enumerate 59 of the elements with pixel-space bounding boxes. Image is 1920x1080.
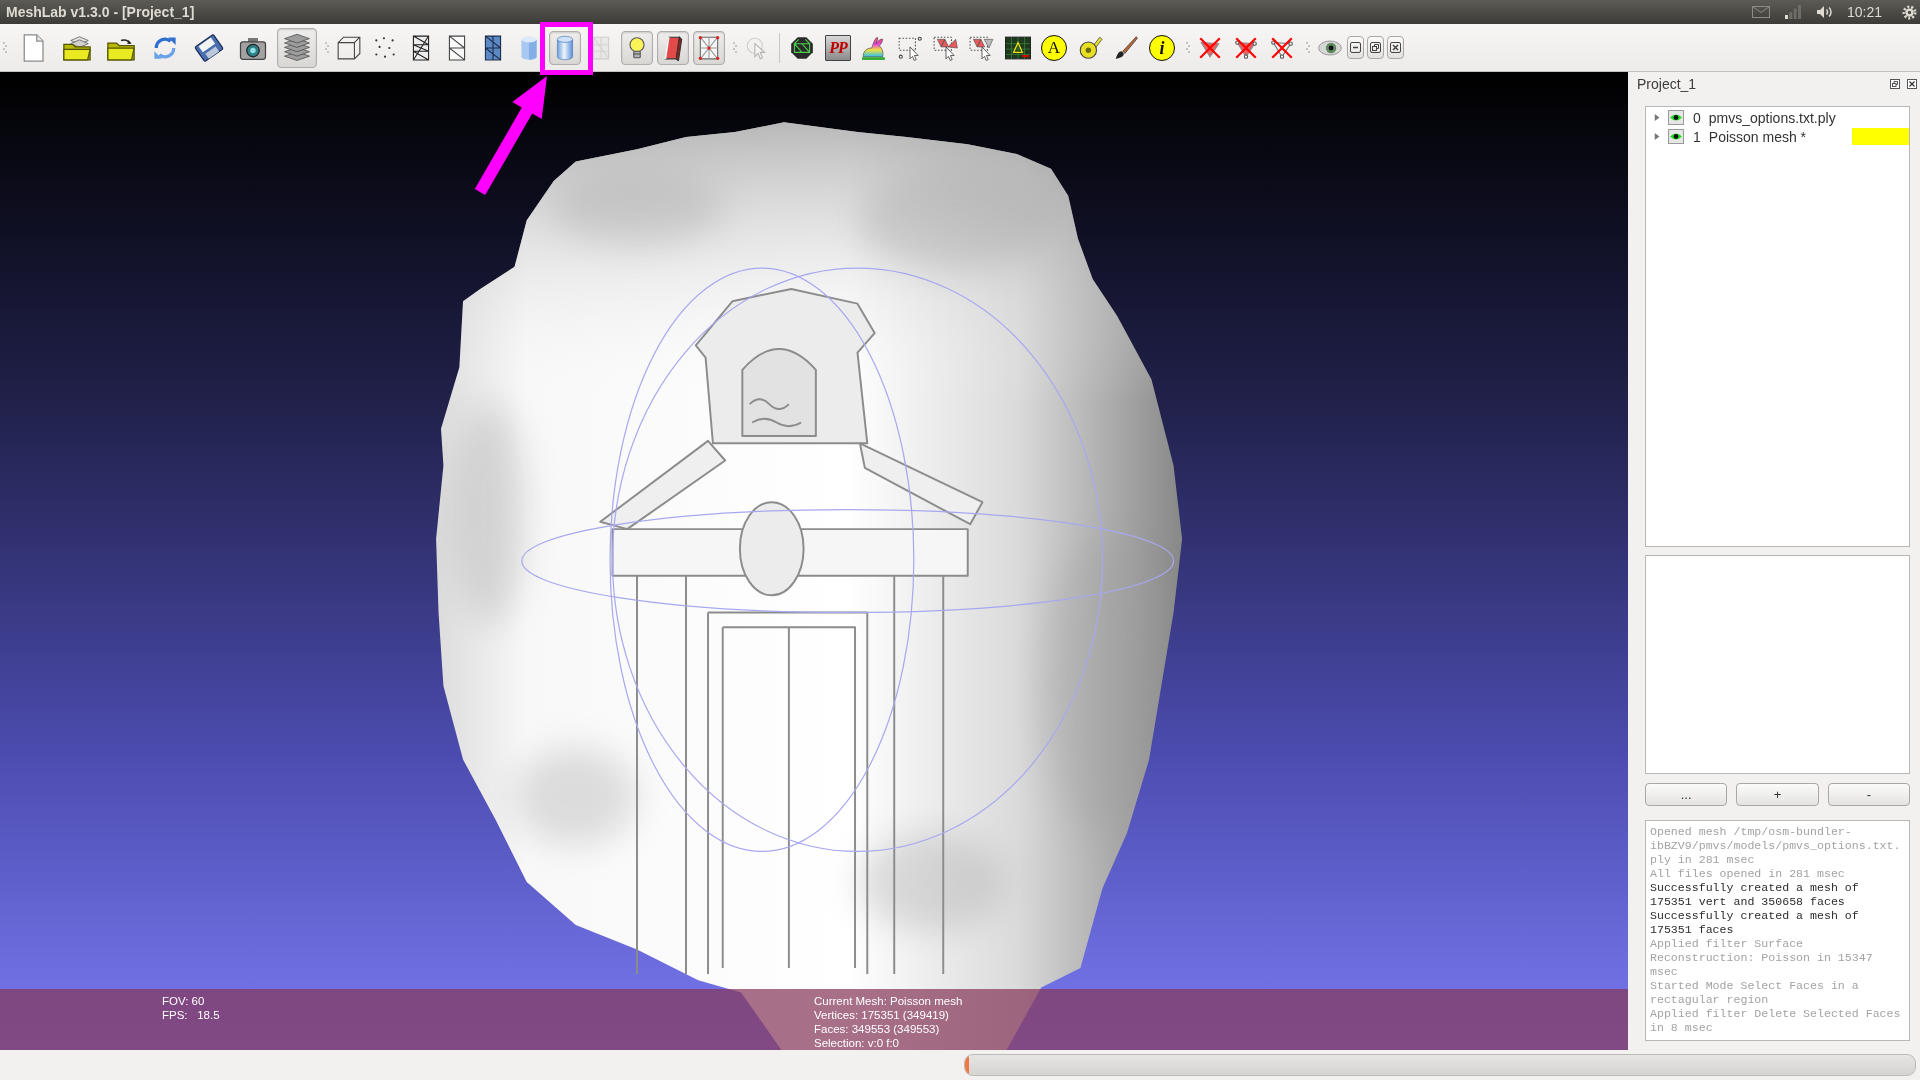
clock[interactable]: 10:21 bbox=[1846, 4, 1882, 20]
close-icon bbox=[1390, 42, 1401, 53]
eye-icon[interactable] bbox=[1668, 129, 1684, 144]
settings-icon[interactable] bbox=[1902, 4, 1917, 20]
signal-icon[interactable] bbox=[1784, 5, 1801, 19]
log-entry: Started Mode Select Faces in a rectagular region bbox=[1650, 979, 1860, 1007]
layer-index: 1 bbox=[1693, 128, 1701, 145]
layer-name[interactable]: Poisson mesh * bbox=[1708, 128, 1807, 145]
toolbar-handle[interactable] bbox=[3, 40, 7, 55]
log-entry: Successfully created a mesh of 175351 vert and 350658 faces bbox=[1650, 881, 1860, 909]
tape-measure-icon bbox=[1077, 34, 1103, 61]
viewport-info-text: FOV: 60 bbox=[162, 994, 206, 1008]
chart-screen-icon bbox=[1005, 34, 1031, 61]
layer-index: 0 bbox=[1693, 109, 1701, 126]
restore-button[interactable] bbox=[1367, 36, 1384, 59]
rabbit-icon bbox=[861, 34, 887, 61]
select-triangles-icon bbox=[933, 34, 959, 61]
layer-name[interactable]: pmvs_options.txt.ply bbox=[1708, 109, 1836, 126]
mail-icon[interactable] bbox=[1751, 6, 1770, 18]
layers-button[interactable] bbox=[277, 27, 317, 68]
toolbar-handle[interactable] bbox=[1306, 40, 1310, 55]
log-entry: Applied filter Delete Selected Faces in 8 msec bbox=[1650, 1007, 1902, 1035]
toolbar-button[interactable] bbox=[657, 30, 689, 65]
undock-icon[interactable] bbox=[1890, 79, 1900, 89]
rectangle-select-icon bbox=[897, 34, 923, 61]
window-title: MeshLab v1.3.0 - [Project_1] bbox=[6, 4, 195, 20]
expand-arrow-icon[interactable] bbox=[1654, 113, 1661, 122]
layers-icon bbox=[282, 32, 312, 63]
log-entry: Successfully created a mesh of 175351 faces bbox=[1650, 909, 1860, 937]
expand-arrow-icon[interactable] bbox=[1654, 132, 1661, 141]
cube-outline-icon bbox=[336, 34, 362, 61]
panel-title: Project_1 bbox=[1637, 76, 1697, 92]
mesh-vertices-icon bbox=[696, 34, 722, 61]
circled-letter-button[interactable]: A bbox=[1041, 34, 1067, 61]
viewport-info-text: FPS: 18.5 bbox=[162, 1008, 221, 1022]
eye-icon[interactable] bbox=[1668, 110, 1684, 125]
add-button[interactable]: + bbox=[1736, 783, 1819, 806]
mesh-info-text: Faces: 349553 (349553) bbox=[814, 1022, 941, 1036]
toolbar-handle[interactable] bbox=[325, 40, 329, 55]
mesh-info-text: Selection: v:0 f:0 bbox=[814, 1036, 901, 1050]
minimize-button[interactable] bbox=[1347, 36, 1364, 59]
toolbar-handle[interactable] bbox=[733, 40, 737, 55]
remove-button[interactable]: - bbox=[1827, 783, 1910, 806]
info-button[interactable]: i bbox=[1149, 34, 1175, 61]
close-icon[interactable] bbox=[1907, 79, 1917, 89]
mesh-info-text: Vertices: 175351 (349419) bbox=[814, 1008, 950, 1022]
log-entry: Applied filter Surface Reconstruction: Poisson in 15347 msec bbox=[1650, 937, 1874, 979]
paintbrush-icon bbox=[1113, 34, 1139, 61]
volume-icon[interactable] bbox=[1815, 5, 1834, 19]
mesh-info-text: Current Mesh: Poisson mesh bbox=[814, 994, 963, 1008]
restore-icon bbox=[1370, 42, 1381, 53]
ellipsis-button[interactable]: ... bbox=[1645, 783, 1728, 806]
log-entry: Opened mesh /tmp/osm-bundler-ibBZV9/pmvs/models/pmvs_options.txt.ply in 281 msec bbox=[1650, 825, 1902, 867]
toolbar-handle[interactable] bbox=[1186, 40, 1190, 55]
log-entry: All files opened in 281 msec bbox=[1650, 867, 1846, 881]
minimize-icon bbox=[1350, 42, 1361, 53]
close-button[interactable] bbox=[1387, 36, 1404, 59]
triangles-pointer-icon bbox=[969, 34, 995, 61]
dots-icon bbox=[372, 34, 398, 61]
